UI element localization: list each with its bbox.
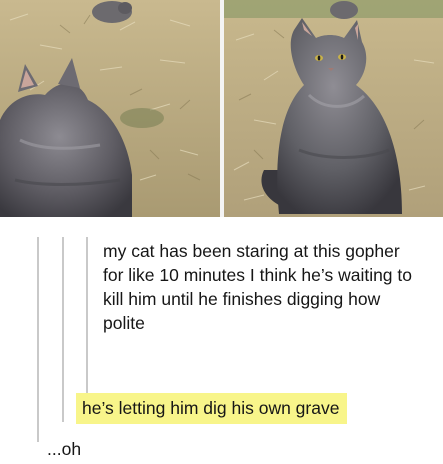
thread-rail <box>62 237 64 422</box>
cat-side-illustration <box>224 0 443 217</box>
thread-rail <box>86 237 88 402</box>
reblog-thread: my cat has been staring at this gopher f… <box>0 217 443 464</box>
thread-rail <box>37 237 39 442</box>
gopher-distant-right <box>330 1 358 19</box>
photo-strip <box>0 0 443 217</box>
final-reply-text: ...oh <box>47 439 82 459</box>
cat-back-illustration <box>0 0 220 217</box>
cat-photo-right <box>224 0 443 217</box>
original-post-text: my cat has been staring at this gopher f… <box>103 241 413 333</box>
highlighted-reply-text: he’s letting him dig his own grave <box>76 393 348 424</box>
cat-photo-left <box>0 0 220 217</box>
